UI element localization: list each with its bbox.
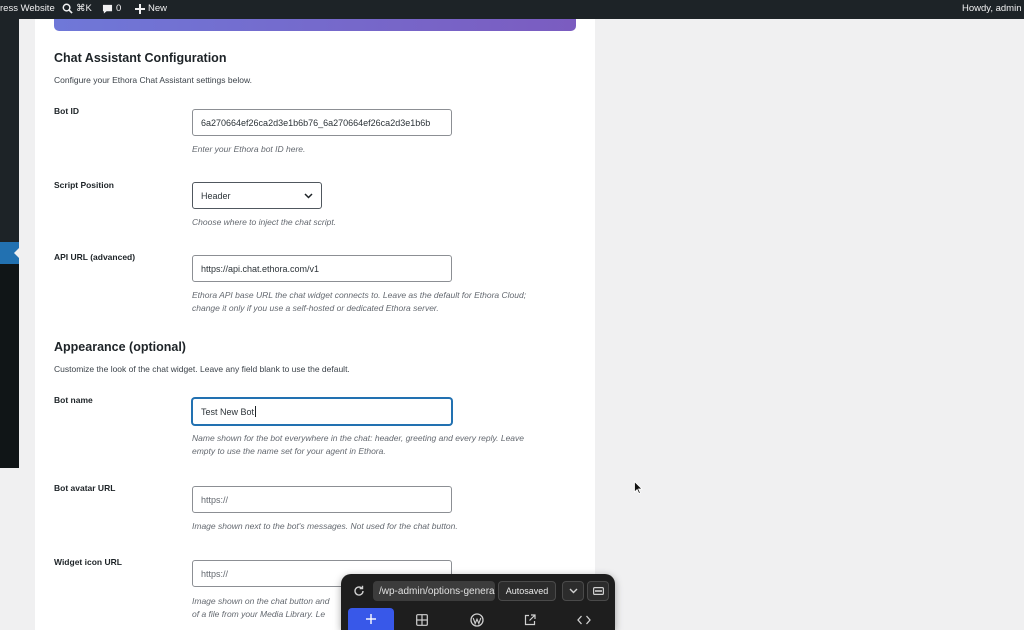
command-search-button[interactable]: ⌘K — [62, 3, 92, 14]
script-position-select[interactable]: Header — [192, 182, 322, 209]
appearance-heading: Appearance (optional) — [54, 340, 186, 354]
plugin-banner — [54, 19, 576, 31]
appearance-intro: Customize the look of the chat widget. L… — [54, 364, 350, 374]
bot-id-label: Bot ID — [54, 106, 80, 116]
sidebar-submenu — [0, 264, 19, 468]
admin-bar: ress Website ⌘K 0 New Howdy, admin — [0, 0, 1024, 19]
bot-name-input[interactable]: Test New Bot — [192, 398, 452, 425]
api-url-description: Ethora API base URL the chat widget conn… — [192, 289, 572, 315]
grid-button[interactable] — [412, 612, 432, 628]
url-field[interactable]: /wp-admin/options-general — [373, 581, 495, 601]
reload-button[interactable] — [353, 584, 365, 602]
code-button[interactable] — [574, 612, 594, 628]
account-menu[interactable]: Howdy, admin — [962, 3, 1022, 14]
script-position-value: Header — [201, 190, 231, 201]
reload-icon — [354, 585, 364, 596]
api-url-description-line2: change it only if you use a self-hosted … — [192, 303, 439, 313]
admin-sidebar — [0, 19, 19, 468]
search-icon — [62, 3, 73, 14]
api-url-value: https://api.chat.ethora.com/v1 — [201, 263, 320, 274]
bot-name-description-line1: Name shown for the bot everywhere in the… — [192, 433, 525, 443]
code-icon — [577, 615, 591, 625]
bot-id-description: Enter your Ethora bot ID here. — [192, 144, 306, 154]
url-text: /wp-admin/options-general — [379, 585, 495, 597]
widget-icon-url-placeholder: https:// — [201, 568, 229, 579]
site-name: ress Website — [0, 3, 55, 14]
new-label: New — [148, 3, 168, 14]
new-content-button[interactable]: New — [135, 3, 167, 14]
comment-icon — [102, 4, 113, 14]
grid-icon — [416, 614, 428, 626]
comments-count: 0 — [116, 3, 122, 14]
plus-icon — [135, 3, 145, 14]
script-position-label: Script Position — [54, 180, 114, 190]
chat-config-heading: Chat Assistant Configuration — [54, 51, 227, 65]
plus-icon — [366, 614, 376, 624]
chat-config-intro: Configure your Ethora Chat Assistant set… — [54, 75, 252, 85]
comments-link[interactable]: 0 — [102, 3, 121, 14]
open-external-button[interactable] — [520, 612, 540, 628]
mouse-cursor-icon — [634, 481, 643, 494]
bot-id-value: 6a270664ef26ca2d3e1b6b76_6a270664ef26ca2… — [201, 117, 431, 128]
panel-icon — [592, 587, 604, 595]
bot-name-description: Name shown for the bot everywhere in the… — [192, 432, 572, 458]
bot-avatar-url-input[interactable]: https:// — [192, 486, 452, 513]
site-name-link[interactable]: ress Website — [0, 3, 55, 14]
floating-toolbar: /wp-admin/options-general Autosaved — [341, 574, 615, 630]
active-menu-arrow — [14, 248, 19, 258]
api-url-label: API URL (advanced) — [54, 252, 136, 262]
bot-name-value: Test New Bot — [201, 406, 255, 417]
api-url-description-line1: Ethora API base URL the chat widget conn… — [192, 290, 527, 300]
script-position-description: Choose where to inject the chat script. — [192, 217, 337, 227]
bot-avatar-url-label: Bot avatar URL — [54, 483, 116, 493]
settings-panel: Chat Assistant Configuration Configure y… — [35, 19, 595, 630]
howdy-text: Howdy, admin — [962, 3, 1022, 14]
add-block-button[interactable] — [348, 608, 394, 630]
text-caret — [255, 406, 257, 417]
panel-toggle-button[interactable] — [587, 581, 609, 601]
chevron-down-icon — [569, 588, 577, 594]
api-url-input[interactable]: https://api.chat.ethora.com/v1 — [192, 255, 452, 282]
bot-name-label: Bot name — [54, 395, 93, 405]
wordpress-icon — [470, 613, 484, 627]
wordpress-button[interactable] — [467, 612, 487, 628]
bot-id-input[interactable]: 6a270664ef26ca2d3e1b6b76_6a270664ef26ca2… — [192, 109, 452, 136]
search-shortcut: ⌘K — [76, 3, 92, 14]
toolbar-top-row: /wp-admin/options-general Autosaved — [341, 574, 615, 606]
expand-button[interactable] — [562, 581, 584, 601]
autosaved-button[interactable]: Autosaved — [498, 581, 556, 601]
autosaved-label: Autosaved — [505, 586, 549, 596]
widget-icon-url-label: Widget icon URL — [54, 557, 122, 567]
external-link-icon — [524, 614, 536, 626]
bot-avatar-url-placeholder: https:// — [201, 494, 229, 505]
bot-avatar-url-description: Image shown next to the bot's messages. … — [192, 521, 458, 531]
chevron-down-icon — [304, 192, 313, 199]
bot-name-description-line2: empty to use the name set for your agent… — [192, 446, 386, 456]
